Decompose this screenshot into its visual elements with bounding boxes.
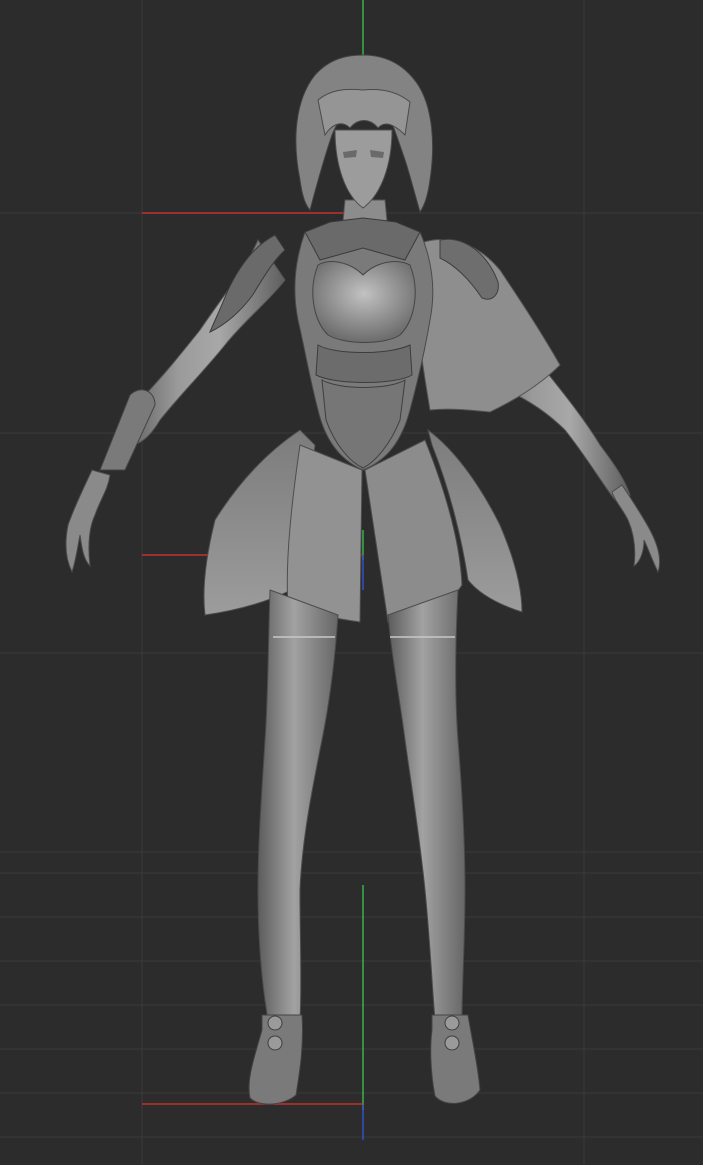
3d-viewport[interactable] xyxy=(0,0,703,1165)
right-hand xyxy=(611,484,661,574)
left-hand xyxy=(65,469,111,574)
right-boot-ornament-bottom xyxy=(444,1035,460,1051)
corset xyxy=(321,379,406,469)
right-leg xyxy=(387,589,466,1021)
chest-armor xyxy=(312,261,416,343)
viewport-scene[interactable] xyxy=(0,0,703,1165)
face xyxy=(334,129,393,209)
skirt-center-front xyxy=(286,444,363,623)
right-boot-ornament-top xyxy=(444,1015,460,1031)
left-leg xyxy=(257,589,339,1021)
left-boot-ornament-bottom xyxy=(267,1035,283,1051)
left-boot-ornament-top xyxy=(267,1015,283,1031)
